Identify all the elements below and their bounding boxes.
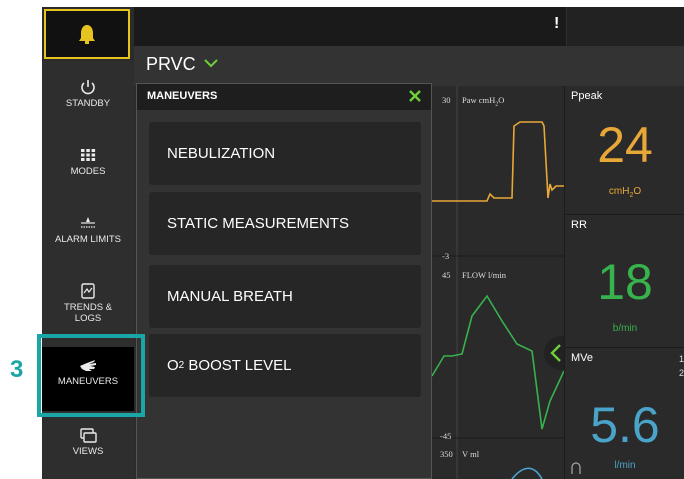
volume-waveform — [511, 467, 543, 479]
paw-scale-bottom: -3 — [442, 251, 450, 261]
ventilation-mode[interactable]: PRVC — [146, 54, 196, 75]
sidebar-item-label-2: LOGS — [74, 313, 102, 324]
flow-label: FLOW l/min — [462, 270, 506, 280]
static-measurements-button[interactable]: STATIC MEASUREMENTS — [149, 192, 421, 255]
close-icon[interactable] — [408, 89, 422, 103]
rr-label: RR — [571, 219, 587, 231]
o2-boost-level-button[interactable]: O2 BOOST LEVEL — [149, 334, 421, 397]
chevron-down-icon[interactable] — [204, 58, 218, 68]
mve-edge-2: 2 — [679, 368, 684, 378]
callout-number: 3 — [10, 356, 24, 383]
maneuvers-panel-title: MANEUVERS — [147, 90, 218, 102]
mve-edge-1: 1 — [679, 354, 684, 364]
waveform-area: 30 Paw cmH2O -3 45 FLOW l/min -45 350 V … — [432, 86, 566, 479]
trends-icon — [81, 283, 95, 299]
chevron-left-icon — [550, 344, 561, 362]
top-status-bar: ! — [134, 7, 684, 46]
flow-scale-bottom: -45 — [440, 431, 452, 441]
paw-scale-top: 30 — [442, 95, 451, 105]
ppeak-box[interactable]: Ppeak 24 cmH2O — [565, 86, 684, 215]
manual-breath-button[interactable]: MANUAL BREATH — [149, 265, 421, 328]
nebulization-button[interactable]: NEBULIZATION — [149, 122, 421, 185]
bell-icon — [79, 25, 95, 44]
maneuvers-panel: MANEUVERS NEBULIZATION STATIC MEASUREMEN… — [136, 83, 432, 479]
volume-label: V ml — [462, 449, 480, 459]
sidebar-item-label: VIEWS — [72, 446, 104, 457]
grid-icon — [81, 149, 96, 161]
rr-unit: b/min — [612, 323, 638, 334]
numeric-values-column: Ppeak 24 cmH2O RR 18 b/min MVe 5.6 l/min… — [564, 86, 684, 479]
sidebar-item-label: ALARM LIMITS — [55, 234, 121, 245]
flow-waveform — [432, 294, 564, 430]
maneuvers-panel-header: MANEUVERS — [137, 84, 431, 110]
status-segment — [566, 7, 684, 46]
paw-label: Paw cmH2O — [462, 95, 505, 108]
rr-box[interactable]: RR 18 b/min — [565, 215, 684, 348]
sidebar-item-standby[interactable]: STANDBY — [42, 69, 134, 129]
sidebar-item-alarm-limits[interactable]: ALARM LIMITS — [42, 205, 134, 265]
mve-box[interactable]: MVe 5.6 l/min 1 2 — [565, 348, 684, 479]
views-icon — [80, 428, 97, 443]
sidebar-item-label: TRENDS & — [63, 302, 113, 313]
flow-scale-top: 45 — [442, 270, 451, 280]
alarm-limits-icon — [81, 217, 95, 228]
ppeak-label: Ppeak — [571, 90, 603, 102]
mve-value: 5.6 — [590, 397, 660, 453]
waveform-graphs — [432, 86, 564, 479]
mve-label: MVe — [571, 352, 594, 364]
sidebar-item-modes[interactable]: MODES — [42, 137, 134, 197]
callout-highlight — [37, 334, 145, 417]
volume-scale-top: 350 — [440, 449, 453, 459]
loop-icon — [571, 462, 581, 474]
sidebar-item-label: MODES — [70, 166, 106, 177]
mode-row: PRVC — [134, 46, 684, 86]
rr-value: 18 — [597, 254, 653, 310]
power-icon — [81, 80, 95, 95]
sidebar-item-views[interactable]: VIEWS — [42, 417, 134, 477]
sidebar-item-label: STANDBY — [65, 98, 111, 109]
alarm-button[interactable] — [44, 9, 130, 59]
paw-waveform — [432, 121, 564, 202]
alert-indicator[interactable]: ! — [554, 15, 559, 33]
ppeak-value: 24 — [597, 117, 653, 173]
ppeak-unit: cmH2O — [608, 186, 642, 199]
